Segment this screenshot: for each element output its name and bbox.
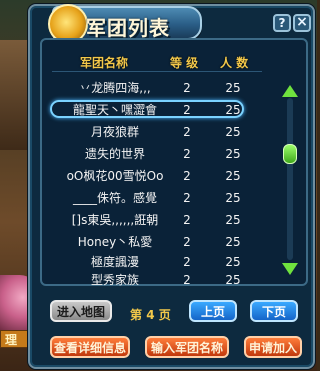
legion-name: 龍聖天丶嘿澀會 bbox=[72, 103, 157, 117]
legion-name: 丷龙腾四海,,, bbox=[79, 81, 151, 95]
legion-list-panel: 军团名称 等 级 人 数 丷龙腾四海,,, 2 25 龍聖天丶嘿澀會 2 25 … bbox=[40, 38, 308, 287]
legion-row[interactable]: 型秀家族 2 25 bbox=[50, 270, 278, 290]
legion-row[interactable]: 極度諷漫 2 25 bbox=[50, 252, 278, 272]
help-button[interactable]: ? bbox=[273, 14, 291, 32]
enter-map-button[interactable]: 进入地图 bbox=[50, 300, 112, 322]
legion-level: 2 bbox=[183, 125, 191, 139]
legion-members: 25 bbox=[225, 213, 241, 227]
scroll-down-arrow-icon[interactable] bbox=[282, 263, 298, 275]
column-header-members: 人 数 bbox=[220, 56, 249, 70]
close-button[interactable]: × bbox=[293, 14, 311, 32]
legion-row-selected[interactable]: 龍聖天丶嘿澀會 2 25 bbox=[50, 100, 278, 120]
legion-level: 2 bbox=[183, 147, 191, 161]
legion-name: 遗失的世界 bbox=[84, 147, 145, 161]
legion-row[interactable]: Honey丶私愛 2 25 bbox=[50, 232, 278, 252]
page-prefix: 第 bbox=[130, 308, 143, 322]
legion-members: 25 bbox=[225, 169, 241, 183]
legion-row[interactable]: 丷龙腾四海,,, 2 25 bbox=[50, 78, 278, 98]
legion-row[interactable]: oO枫花00雪悦Oo 2 25 bbox=[50, 166, 278, 186]
window-title: 军团列表 bbox=[86, 16, 170, 40]
legion-members: 25 bbox=[225, 255, 241, 269]
next-page-button[interactable]: 下页 bbox=[250, 300, 298, 322]
scroll-up-arrow-icon[interactable] bbox=[282, 85, 298, 97]
legion-members: 25 bbox=[225, 273, 241, 287]
enter-legion-name-button[interactable]: 输入军团名称 bbox=[145, 336, 229, 358]
prev-page-button[interactable]: 上页 bbox=[189, 300, 237, 322]
legion-name: ____侏符。感覺 bbox=[72, 191, 157, 205]
column-header-level: 等 级 bbox=[170, 56, 199, 70]
legion-level: 2 bbox=[183, 81, 191, 95]
header-divider bbox=[52, 71, 262, 72]
legion-row[interactable]: []s東吳,,,,,,誑朝 2 25 bbox=[50, 210, 278, 230]
legion-members: 25 bbox=[225, 103, 241, 117]
legion-row[interactable]: ____侏符。感覺 2 25 bbox=[50, 188, 278, 208]
legion-row[interactable]: 月夜狼群 2 25 bbox=[50, 122, 278, 142]
legion-name: oO枫花00雪悦Oo bbox=[66, 169, 164, 183]
title-badge: 军团列表 bbox=[48, 4, 202, 44]
legion-name: []s東吳,,,,,,誑朝 bbox=[71, 213, 159, 227]
legion-members: 25 bbox=[225, 147, 241, 161]
page-suffix: 页 bbox=[158, 308, 171, 322]
legion-level: 2 bbox=[183, 103, 191, 117]
legion-level: 2 bbox=[183, 191, 191, 205]
apply-join-button[interactable]: 申请加入 bbox=[244, 336, 302, 358]
legion-level: 2 bbox=[183, 213, 191, 227]
legion-name: 極度諷漫 bbox=[90, 255, 139, 269]
page-indicator: 第 4 页 bbox=[130, 306, 171, 323]
page-number: 4 bbox=[146, 308, 155, 322]
legion-members: 25 bbox=[225, 125, 241, 139]
view-details-button[interactable]: 查看详细信息 bbox=[50, 336, 130, 358]
legion-level: 2 bbox=[183, 273, 191, 287]
legion-name: Honey丶私愛 bbox=[77, 235, 153, 249]
legion-level: 2 bbox=[183, 255, 191, 269]
legion-members: 25 bbox=[225, 235, 241, 249]
legion-level: 2 bbox=[183, 235, 191, 249]
legion-members: 25 bbox=[225, 81, 241, 95]
legion-members: 25 bbox=[225, 191, 241, 205]
legion-row[interactable]: 遗失的世界 2 25 bbox=[50, 144, 278, 164]
legion-level: 2 bbox=[183, 169, 191, 183]
scrollbar-thumb[interactable] bbox=[283, 144, 297, 164]
column-header-name: 军团名称 bbox=[80, 56, 129, 70]
scrollbar-track[interactable] bbox=[287, 98, 293, 260]
legion-name: 型秀家族 bbox=[90, 273, 139, 287]
legion-name: 月夜狼群 bbox=[90, 125, 139, 139]
